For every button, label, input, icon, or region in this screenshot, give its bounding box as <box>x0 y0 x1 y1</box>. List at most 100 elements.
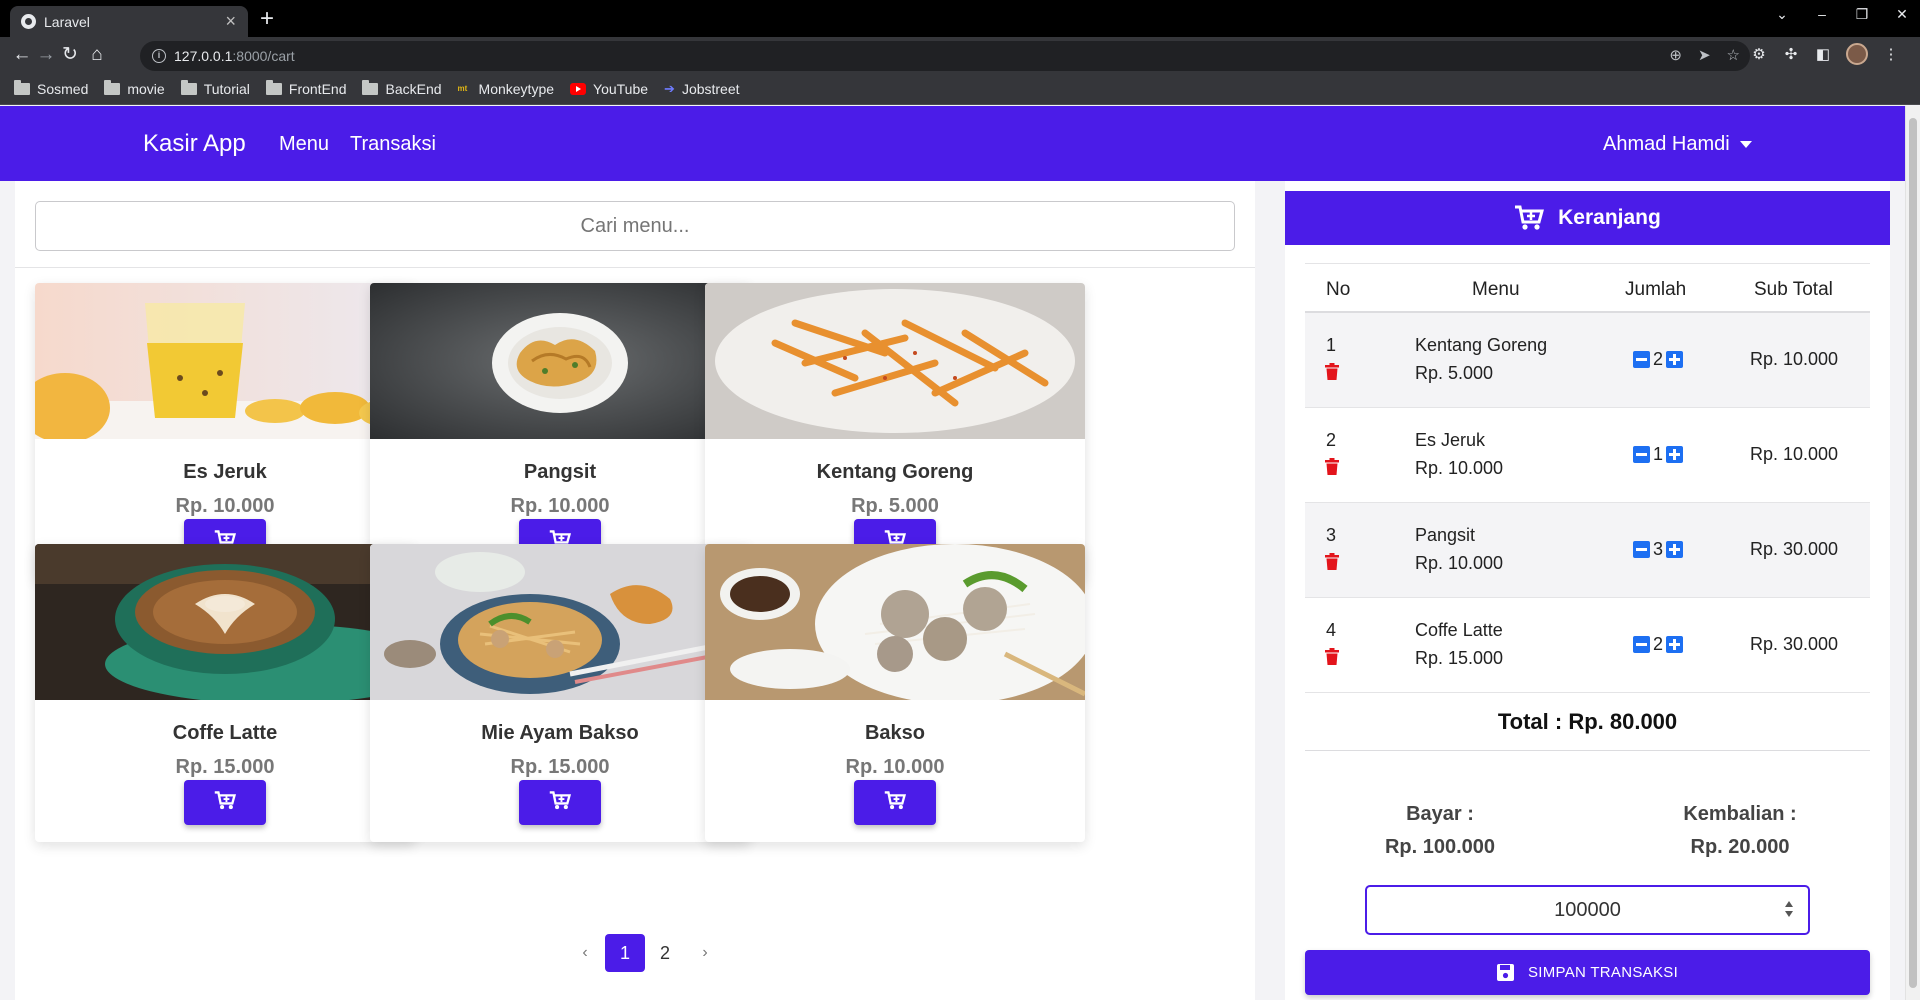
cart-row: 1 Kentang Goreng Rp. 5.000 2 Rp. 10.000 <box>1305 313 1870 408</box>
product-name: Kentang Goreng <box>816 461 974 483</box>
cart-item-name: Kentang Goreng <box>1415 335 1548 355</box>
restore-icon[interactable]: ❐ <box>1854 6 1870 23</box>
sidepanel-icon[interactable]: ◧ <box>1814 45 1832 63</box>
bookmark-label: YouTube <box>593 81 649 97</box>
product-image <box>35 283 415 443</box>
browser-tab[interactable]: Laravel × <box>10 6 248 37</box>
chevron-down-icon[interactable]: ⌄ <box>1774 6 1790 23</box>
forward-icon[interactable]: → <box>34 43 58 67</box>
omnibox-actions: ⊕ ➤ ☆ <box>1669 46 1740 64</box>
cart-total: Total : Rp. 80.000 <box>1305 693 1870 751</box>
minus-icon[interactable] <box>1633 636 1650 653</box>
cart-title: Keranjang <box>1558 206 1661 229</box>
bookmark-backend[interactable]: BackEnd <box>362 80 442 97</box>
close-window-icon[interactable]: ✕ <box>1894 6 1910 23</box>
star-icon[interactable]: ☆ <box>1727 46 1740 64</box>
minimize-icon[interactable]: – <box>1814 6 1830 23</box>
cart-table: No Menu Jumlah Sub Total 1 Kentang Goreng… <box>1305 263 1870 751</box>
pagination-page-1[interactable]: 1 <box>605 934 645 972</box>
product-price: Rp. 10.000 <box>510 495 610 517</box>
product-card: Pangsit Rp. 10.000 <box>370 283 750 581</box>
extensions: ⚙ ✣ ◧ ⋮ <box>1750 43 1900 65</box>
plus-icon[interactable] <box>1666 541 1684 558</box>
cart-plus-icon <box>549 790 572 815</box>
bookmark-monkeytype[interactable]: mt Monkeytype <box>458 81 554 97</box>
bayar-label: Bayar : <box>1406 803 1474 825</box>
folder-icon <box>362 80 379 95</box>
back-icon[interactable]: ← <box>10 43 34 67</box>
cart-panel: Keranjang No Menu Jumlah Sub Total 1 Kent… <box>1285 181 1890 1000</box>
cart-item-subtotal: Rp. 30.000 <box>1750 634 1839 654</box>
col-subtotal: Sub Total <box>1754 279 1833 300</box>
number-spinner-icon[interactable] <box>1783 900 1795 920</box>
more-icon[interactable]: ⋮ <box>1882 45 1900 63</box>
add-to-cart-button[interactable] <box>519 780 601 825</box>
home-icon[interactable]: ⌂ <box>85 43 109 67</box>
send-icon[interactable]: ➤ <box>1698 46 1711 64</box>
product-card: Es Jeruk Rp. 10.000 <box>35 283 415 581</box>
bookmark-frontend[interactable]: FrontEnd <box>265 80 346 97</box>
minus-icon[interactable] <box>1633 446 1650 463</box>
reload-icon[interactable]: ↻ <box>58 43 82 67</box>
quantity-value: 2 <box>1653 349 1664 369</box>
bookmark-label: Monkeytype <box>478 81 555 97</box>
product-image <box>370 283 750 439</box>
cart-item-price: Rp. 10.000 <box>1415 458 1504 478</box>
trash-icon[interactable] <box>1325 553 1339 575</box>
zoom-icon[interactable]: ⊕ <box>1669 46 1682 64</box>
address-bar[interactable]: i 127.0.0.1:8000/cart ⊕ ➤ ☆ <box>140 41 1750 71</box>
bookmark-label: Jobstreet <box>681 81 740 97</box>
user-name: Ahmad Hamdi <box>1603 133 1730 155</box>
bookmark-tutorial[interactable]: Tutorial <box>180 80 250 97</box>
plus-icon[interactable] <box>1666 351 1684 368</box>
new-tab-icon[interactable]: + <box>260 4 274 34</box>
pagination-next[interactable]: › <box>685 934 725 972</box>
product-price: Rp. 5.000 <box>851 495 939 517</box>
cart-item-subtotal: Rp. 10.000 <box>1750 349 1839 369</box>
cart-row-no: 2 <box>1326 430 1337 450</box>
product-image <box>35 544 415 704</box>
info-icon[interactable]: i <box>152 49 166 63</box>
add-to-cart-button[interactable] <box>854 780 936 825</box>
monkeytype-icon: mt <box>457 84 468 93</box>
scrollbar-thumb[interactable] <box>1909 118 1917 988</box>
trash-icon[interactable] <box>1325 458 1339 480</box>
bookmark-movie[interactable]: movie <box>104 80 165 97</box>
extension-gear-icon[interactable]: ⚙ <box>1750 45 1768 63</box>
cart-table-header: No Menu Jumlah Sub Total <box>1305 263 1870 313</box>
brand[interactable]: Kasir App <box>143 130 246 158</box>
payment-input[interactable] <box>1365 885 1810 935</box>
pagination-prev[interactable]: ‹ <box>565 934 605 972</box>
folder-icon <box>180 80 197 95</box>
product-image <box>370 544 750 700</box>
profile-avatar[interactable] <box>1846 43 1868 65</box>
quantity-value: 2 <box>1653 634 1664 654</box>
nav-link-menu[interactable]: Menu <box>279 133 329 156</box>
add-to-cart-button[interactable] <box>184 780 266 825</box>
minus-icon[interactable] <box>1633 541 1650 558</box>
plus-icon[interactable] <box>1666 636 1684 653</box>
cart-row: 4 Coffe Latte Rp. 15.000 2 Rp. 30.000 <box>1305 598 1870 693</box>
plus-icon[interactable] <box>1666 446 1684 463</box>
bookmark-jobstreet[interactable]: ➔ Jobstreet <box>664 81 740 97</box>
trash-icon[interactable] <box>1325 648 1339 670</box>
bookmark-sosmed[interactable]: Sosmed <box>14 80 88 97</box>
bookmark-list: Sosmed movie Tutorial FrontEnd BackEnd mt Monk… <box>14 80 740 97</box>
close-icon[interactable]: × <box>225 11 236 32</box>
cart-row-no: 3 <box>1326 525 1337 545</box>
minus-icon[interactable] <box>1633 351 1650 368</box>
user-menu[interactable]: Ahmad Hamdi <box>1603 133 1752 156</box>
trash-icon[interactable] <box>1325 363 1339 385</box>
product-card: Coffe Latte Rp. 15.000 <box>35 544 415 842</box>
puzzle-icon[interactable]: ✣ <box>1782 45 1800 63</box>
youtube-icon <box>570 83 587 95</box>
page-scrollbar[interactable] <box>1905 106 1920 1000</box>
product-name: Bakso <box>864 722 926 744</box>
window-controls: ⌄ – ❐ ✕ <box>1774 6 1910 23</box>
cart-item-subtotal: Rp. 10.000 <box>1750 444 1839 464</box>
search-input[interactable] <box>35 201 1235 251</box>
bookmark-youtube[interactable]: YouTube <box>570 81 648 97</box>
save-transaction-button[interactable]: SIMPAN TRANSAKSI <box>1305 950 1870 995</box>
pagination-page-2[interactable]: 2 <box>645 934 685 972</box>
nav-link-transaksi[interactable]: Transaksi <box>350 133 436 156</box>
